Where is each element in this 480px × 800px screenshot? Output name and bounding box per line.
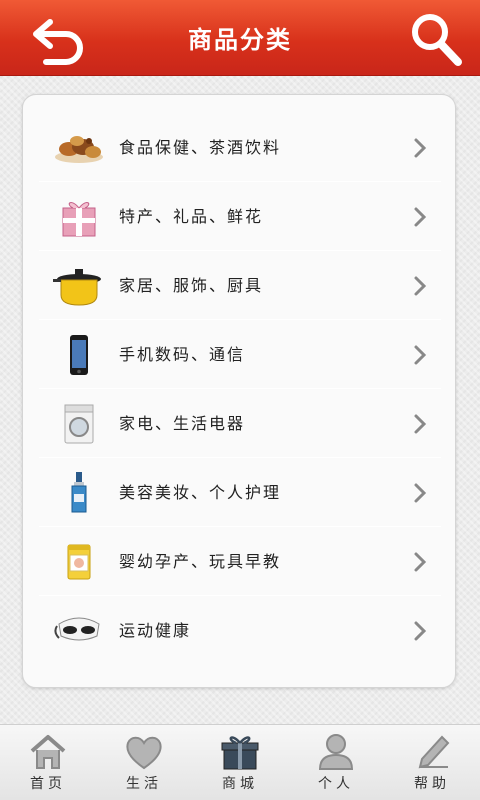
category-label: 运动健康 [119, 621, 192, 640]
tab-label: 帮助 [414, 776, 450, 792]
category-item-home[interactable]: 家居、服饰、厨具 [39, 251, 441, 320]
chevron-right-icon [414, 483, 427, 503]
cooking-pot-icon [53, 265, 105, 307]
category-item-beauty[interactable]: 美容美妆、个人护理 [39, 458, 441, 527]
tab-label: 个人 [318, 776, 354, 792]
tab-label: 生活 [126, 776, 162, 792]
eye-massager-icon [53, 610, 105, 652]
category-item-appliances[interactable]: 家电、生活电器 [39, 389, 441, 458]
tab-mall[interactable]: 商城 [192, 725, 288, 800]
chevron-right-icon [414, 621, 427, 641]
chevron-right-icon [414, 276, 427, 296]
chevron-right-icon [414, 552, 427, 572]
gift-icon [221, 736, 259, 770]
person-icon [318, 734, 354, 770]
gift-box-icon [53, 196, 105, 238]
cosmetics-bottle-icon [53, 472, 105, 514]
tab-home[interactable]: 首页 [0, 725, 96, 800]
category-item-baby[interactable]: 婴幼孕产、玩具早教 [39, 527, 441, 596]
home-icon [30, 735, 66, 769]
milk-powder-can-icon [53, 541, 105, 583]
header-bar: 商品分类 [0, 0, 480, 76]
chevron-right-icon [414, 345, 427, 365]
bottom-tab-bar: 首页 生活 商城 个人 帮助 [0, 724, 480, 800]
tab-label: 商城 [222, 776, 258, 792]
chevron-right-icon [414, 414, 427, 434]
tab-life[interactable]: 生活 [96, 725, 192, 800]
chevron-right-icon [414, 138, 427, 158]
category-item-gifts[interactable]: 特产、礼品、鲜花 [39, 182, 441, 251]
category-list: 食品保健、茶酒饮料 特产、礼品、鲜花 家居、服饰、厨具 手机数码、通信 家电、生… [22, 94, 456, 688]
category-label: 家电、生活电器 [119, 414, 246, 433]
heart-icon [126, 736, 162, 770]
tab-help[interactable]: 帮助 [384, 725, 480, 800]
category-label: 美容美妆、个人护理 [119, 483, 282, 502]
search-button[interactable] [406, 10, 468, 68]
category-item-sports[interactable]: 运动健康 [39, 596, 441, 665]
tab-personal[interactable]: 个人 [288, 725, 384, 800]
chevron-right-icon [414, 207, 427, 227]
tab-label: 首页 [30, 776, 66, 792]
smartphone-icon [53, 334, 105, 376]
category-label: 家居、服饰、厨具 [119, 276, 264, 295]
pencil-icon [418, 735, 450, 769]
food-icon [53, 127, 105, 169]
category-label: 手机数码、通信 [119, 345, 246, 364]
category-item-food[interactable]: 食品保健、茶酒饮料 [39, 113, 441, 182]
category-label: 食品保健、茶酒饮料 [119, 138, 282, 157]
category-label: 婴幼孕产、玩具早教 [119, 552, 282, 571]
category-label: 特产、礼品、鲜花 [119, 207, 264, 226]
washing-machine-icon [53, 403, 105, 445]
category-item-phones[interactable]: 手机数码、通信 [39, 320, 441, 389]
search-icon [412, 14, 462, 66]
